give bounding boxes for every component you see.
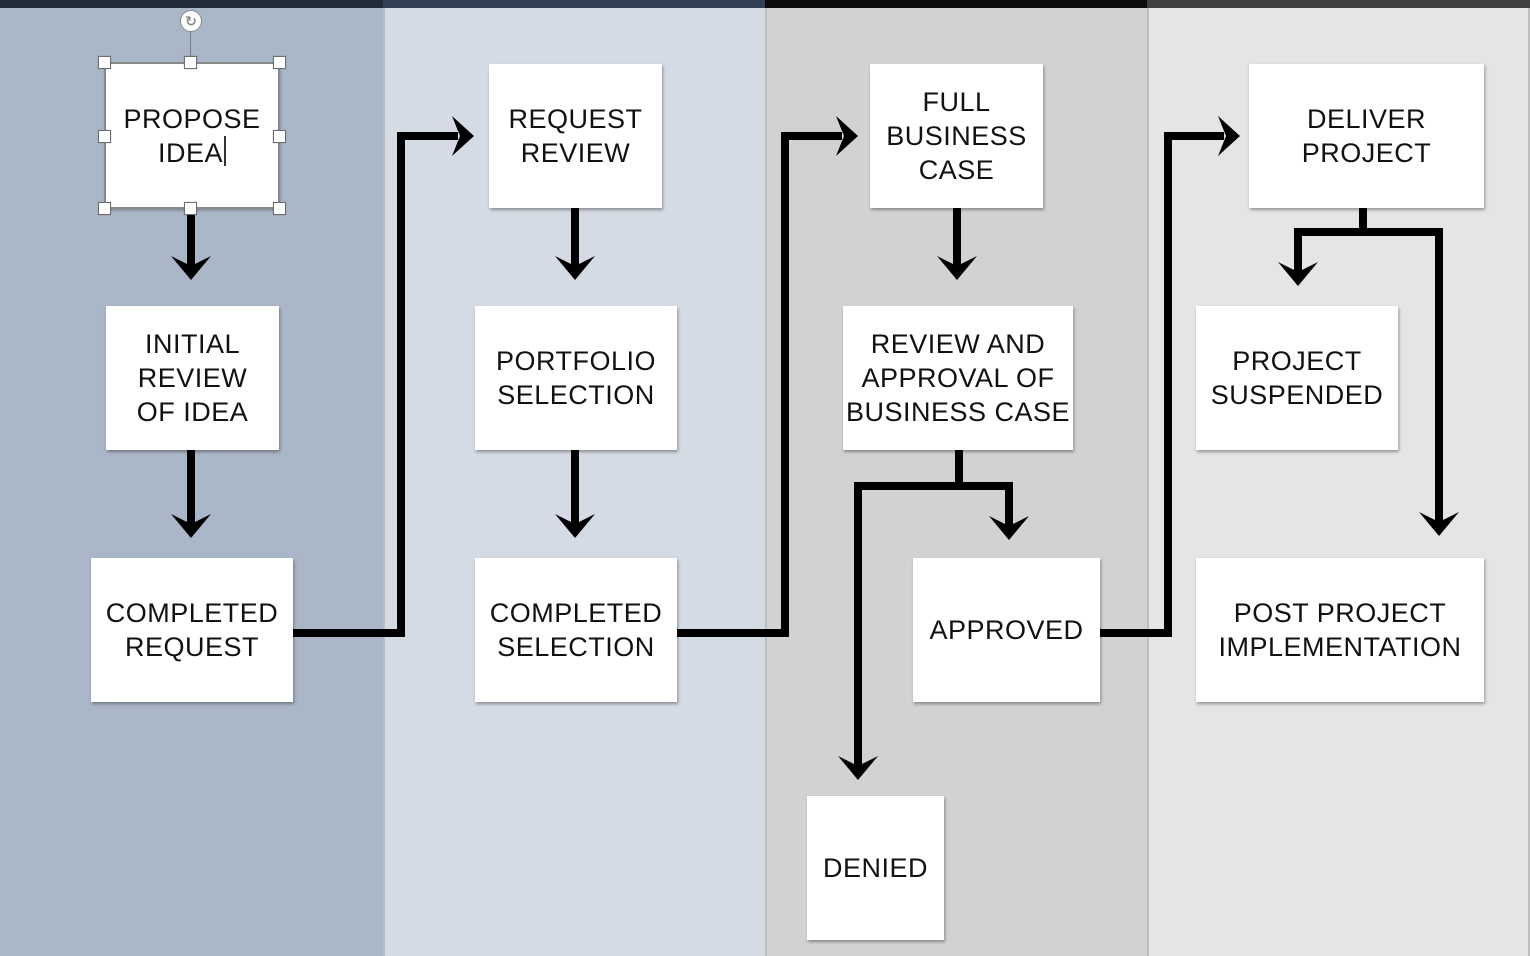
node-label: DENIED [822, 853, 928, 883]
text-cursor [224, 135, 226, 166]
node-initial-review[interactable]: INITIAL REVIEW OF IDEA [106, 306, 279, 450]
node-label[interactable]: PROPOSE IDEA [123, 102, 260, 170]
node-project-suspended[interactable]: PROJECT SUSPENDED [1196, 306, 1398, 450]
node-label: REQUEST REVIEW [508, 104, 643, 168]
node-label: COMPLETED REQUEST [105, 598, 279, 662]
resize-handle-left[interactable] [98, 130, 111, 143]
node-label: POST PROJECT IMPLEMENTATION [1218, 598, 1462, 662]
node-completed-request[interactable]: COMPLETED REQUEST [91, 558, 293, 702]
node-label: DELIVER PROJECT [1301, 104, 1432, 168]
resize-handle-bottom[interactable] [184, 202, 197, 215]
node-deliver-project[interactable]: DELIVER PROJECT [1249, 64, 1484, 208]
node-review-approval[interactable]: REVIEW AND APPROVAL OF BUSINESS CASE [843, 306, 1073, 450]
node-label: FULL BUSINESS CASE [886, 87, 1027, 185]
node-label: INITIAL REVIEW OF IDEA [136, 329, 249, 427]
node-full-business-case[interactable]: FULL BUSINESS CASE [870, 64, 1043, 208]
node-label: PROJECT SUSPENDED [1210, 346, 1384, 410]
node-label: APPROVED [929, 615, 1084, 645]
node-label: REVIEW AND APPROVAL OF BUSINESS CASE [845, 329, 1071, 427]
resize-handle-top-right[interactable] [273, 56, 286, 69]
connector-review-to-approved[interactable] [955, 450, 1013, 526]
connector-completed-selection-to-full-business-case[interactable] [677, 132, 842, 637]
node-denied[interactable]: DENIED [807, 796, 944, 940]
connector-completed-request-to-request-review[interactable] [293, 132, 458, 637]
node-request-review[interactable]: REQUEST REVIEW [489, 64, 662, 208]
resize-handle-right[interactable] [273, 130, 286, 143]
resize-handle-bottom-left[interactable] [98, 202, 111, 215]
node-propose-idea[interactable]: PROPOSE IDEA [105, 63, 279, 208]
node-completed-selection[interactable]: COMPLETED SELECTION [475, 558, 677, 702]
node-label: PORTFOLIO SELECTION [495, 346, 657, 410]
resize-handle-bottom-right[interactable] [273, 202, 286, 215]
resize-handle-top-left[interactable] [98, 56, 111, 69]
node-approved[interactable]: APPROVED [913, 558, 1100, 702]
rotate-glyph: ↻ [185, 13, 197, 29]
connector-deliver-to-suspended[interactable] [1294, 208, 1367, 272]
node-portfolio-selection[interactable]: PORTFOLIO SELECTION [475, 306, 677, 450]
resize-handle-top[interactable] [184, 56, 197, 69]
node-label: COMPLETED SELECTION [489, 598, 663, 662]
node-post-project-implementation[interactable]: POST PROJECT IMPLEMENTATION [1196, 558, 1484, 702]
rotate-icon[interactable]: ↻ [180, 10, 202, 32]
